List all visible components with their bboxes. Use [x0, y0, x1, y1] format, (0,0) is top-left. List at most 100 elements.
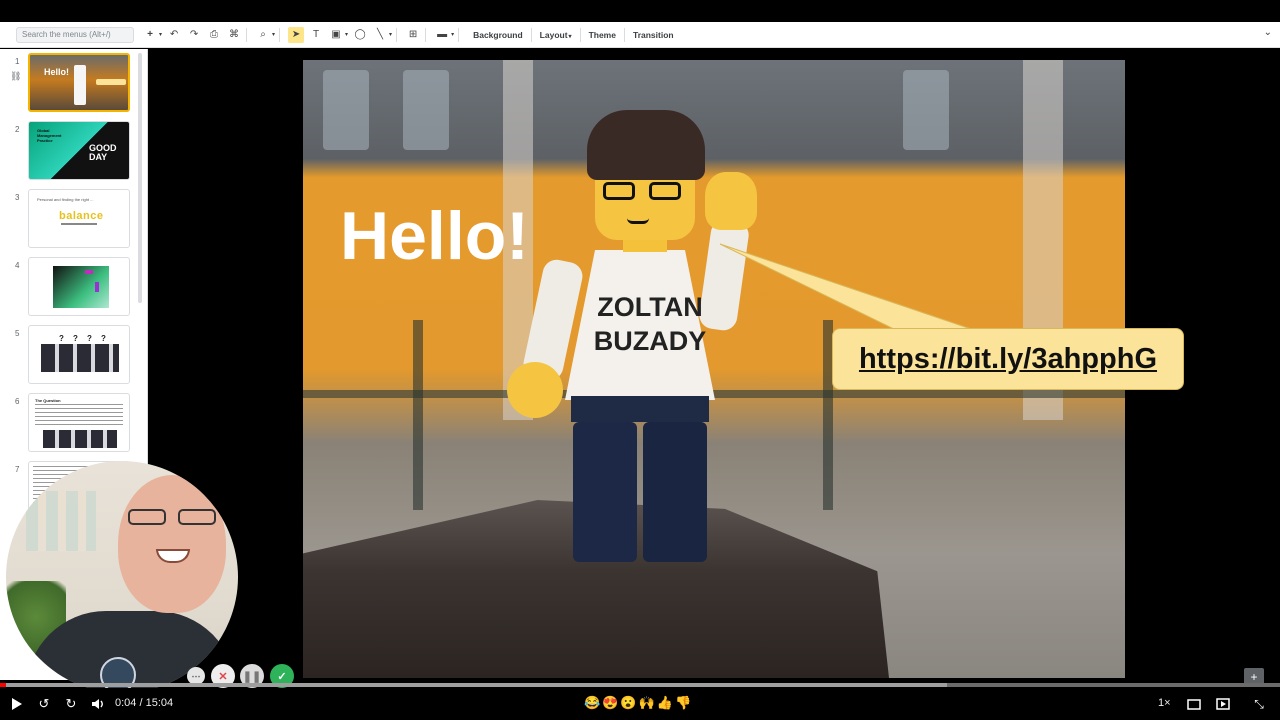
presenter-face [118, 475, 226, 613]
thumb-graphic [53, 266, 109, 308]
thumb-marker [85, 270, 93, 274]
chevron-down-icon[interactable]: ▾ [345, 31, 348, 38]
slide-link[interactable]: https://bit.ly/3ahpphG [859, 343, 1157, 376]
thumb-text-lines [35, 404, 123, 426]
slide-number: 6 [15, 397, 20, 406]
screen: Search the menus (Alt+/) + ▾ ↶ ↷ ⎙ ⌘ ⌕ ▾… [0, 0, 1280, 720]
reaction-wow-icon[interactable]: 😮 [620, 695, 638, 710]
chevron-down-icon[interactable]: ▾ [159, 31, 162, 38]
chevron-down-icon[interactable]: ▾ [272, 31, 275, 38]
time-display: 0:04 / 15:04 [115, 697, 173, 709]
divider [458, 27, 460, 42]
slide-number: 5 [15, 329, 20, 338]
paint-format-icon[interactable]: ⌘ [226, 27, 242, 43]
thumbnail-image [28, 257, 130, 316]
duration: 15:04 [145, 697, 174, 709]
thumb-bar [61, 223, 97, 225]
divider [279, 27, 281, 42]
add-comment-icon[interactable]: ⊞ [405, 27, 421, 43]
thumb-title: The Question [35, 398, 61, 403]
slide-canvas[interactable]: ZOLTAN BUZADY Hello! https://bit.ly/3ahp… [165, 60, 1263, 678]
line-icon[interactable]: ╲ [372, 27, 388, 43]
reaction-laugh-icon[interactable]: 😂 [584, 695, 602, 710]
player-controls: ↺ ↻ 0:04 / 15:04 😂😍😮🙌👍👎 1× ⤡ [0, 688, 1280, 720]
theme-button[interactable]: Theme [589, 30, 616, 40]
slide-number: 7 [15, 465, 20, 474]
slide-number: 4 [15, 261, 20, 270]
reaction-thumbs-down-icon[interactable]: 👎 [675, 695, 693, 710]
wall-art [26, 491, 96, 551]
thumbnail-image: The Question [28, 393, 130, 452]
presenter-glasses [128, 509, 218, 525]
slide-number: 2 [15, 125, 20, 134]
collapse-toolbar-icon[interactable]: ⌄ [1264, 27, 1272, 38]
reaction-celebrate-icon[interactable]: 🙌 [639, 695, 657, 710]
chevron-down-icon: ▾ [568, 33, 572, 40]
rewind-icon[interactable]: ↺ [36, 696, 52, 712]
divider [246, 27, 248, 42]
slide-thumbnail-1[interactable]: 1 ⛓ Hello! [0, 53, 140, 115]
undo-icon[interactable]: ↶ [166, 27, 182, 43]
speech-bubble: https://bit.ly/3ahpphG [832, 328, 1184, 390]
input-tools-icon[interactable]: ▬ [434, 27, 450, 43]
thumb-title: Hello! [44, 67, 70, 77]
reaction-thumbs-up-icon[interactable]: 👍 [657, 695, 675, 710]
minifig-thumb [74, 65, 86, 105]
zoom-icon[interactable]: ⌕ [255, 27, 271, 43]
time-separator: / [139, 697, 143, 709]
thumb-right-text: GOOD DAY [89, 143, 117, 162]
slides-toolbar: Search the menus (Alt+/) + ▾ ↶ ↷ ⎙ ⌘ ⌕ ▾… [0, 22, 1280, 48]
divider [530, 27, 532, 42]
webcam-bubble[interactable] [6, 461, 238, 693]
question-mark-icon: ? [101, 334, 106, 343]
thumb-people [43, 430, 117, 448]
buffered-bar [0, 683, 948, 687]
divider [396, 27, 398, 42]
slide-thumbnail-4[interactable]: 4 [0, 257, 140, 319]
reaction-love-icon[interactable]: 😍 [602, 695, 620, 710]
image-icon[interactable]: ▣ [328, 27, 344, 43]
playback-speed-button[interactable]: 1× [1158, 697, 1171, 709]
shape-icon[interactable]: ◯ [352, 27, 368, 43]
current-time: 0:04 [115, 697, 137, 709]
layout-label: Layout [539, 29, 568, 40]
bubble-thumb [96, 79, 126, 85]
thumb-title: Global Management Practice [37, 128, 62, 143]
slide-number: 1 [15, 57, 20, 66]
layout-button[interactable]: Layout▾ [540, 30, 572, 40]
select-cursor-icon[interactable]: ➤ [288, 26, 305, 43]
thumb-people [41, 344, 119, 372]
played-bar [0, 683, 6, 687]
slide-thumbnail-5[interactable]: 5 ? ? ? ? [0, 325, 140, 387]
reaction-bar: 😂😍😮🙌👍👎 [584, 695, 693, 711]
slide-thumbnail-2[interactable]: 2 Global Management Practice GOOD DAY [0, 121, 140, 183]
picture-in-picture-icon[interactable] [1215, 696, 1231, 712]
menu-search-input[interactable]: Search the menus (Alt+/) [16, 26, 134, 43]
thumb-word: balance [59, 210, 104, 222]
redo-icon[interactable]: ↷ [186, 27, 202, 43]
exit-fullscreen-icon[interactable]: ⤡ [1251, 696, 1267, 712]
link-icon: ⛓ [10, 71, 22, 81]
background-button[interactable]: Background [473, 30, 523, 40]
new-slide-icon[interactable]: + [142, 27, 158, 43]
forward-icon[interactable]: ↻ [63, 696, 79, 712]
print-icon[interactable]: ⎙ [206, 27, 222, 43]
top-band [0, 0, 1280, 22]
thumbnail-image: Global Management Practice GOOD DAY [28, 121, 130, 180]
question-mark-icon: ? [59, 334, 64, 343]
thumb-title: Personal and finding the right ... [37, 197, 94, 202]
slide-thumbnail-3[interactable]: 3 Personal and finding the right ... bal… [0, 189, 140, 251]
theater-mode-icon[interactable] [1186, 696, 1202, 712]
chevron-down-icon[interactable]: ▾ [451, 31, 454, 38]
question-mark-icon: ? [73, 334, 78, 343]
slide-thumbnail-6[interactable]: 6 The Question [0, 393, 140, 455]
play-icon[interactable] [10, 696, 24, 712]
slide-number: 3 [15, 193, 20, 202]
text-box-icon[interactable]: T [308, 27, 324, 43]
thumb-marker [95, 282, 99, 292]
transition-button[interactable]: Transition [633, 30, 674, 40]
thumbnail-image: Hello! [28, 53, 130, 112]
video-progress-bar[interactable] [0, 683, 1280, 687]
chevron-down-icon[interactable]: ▾ [389, 31, 392, 38]
volume-icon[interactable] [90, 696, 106, 712]
